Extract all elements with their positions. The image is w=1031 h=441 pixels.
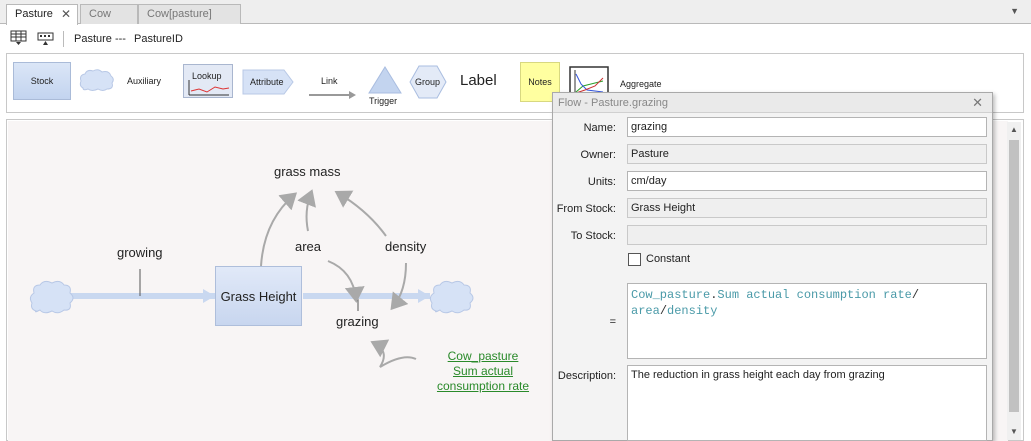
constant-checkbox[interactable]	[628, 253, 641, 266]
palette-aggregate-button[interactable]: Aggregate	[620, 79, 662, 89]
equation-ref-consumption: Sum actual consumption rate	[717, 288, 912, 302]
link-area-to-grassmass[interactable]	[297, 189, 316, 232]
from-stock-field: Grass Height	[627, 198, 987, 218]
palette-attribute-label: Attribute	[250, 77, 284, 87]
from-stock-label: From Stock:	[556, 203, 616, 215]
scroll-down-icon[interactable]: ▼	[1007, 425, 1021, 439]
close-tab-icon[interactable]: ✕	[61, 7, 71, 21]
source-cloud[interactable]	[29, 280, 74, 314]
model-toolbar: Pasture --- PastureID	[0, 25, 1031, 53]
tab-cow[interactable]: Cow	[80, 4, 138, 24]
scroll-thumb[interactable]	[1009, 140, 1019, 412]
toolbar-separator	[63, 31, 64, 47]
equation-ref-cow-pasture: Cow_pasture	[631, 288, 711, 302]
keyboard-input-icon[interactable]	[37, 30, 55, 46]
link-arrow-icon	[309, 91, 356, 99]
equation-divide-1: /	[911, 288, 920, 302]
grazing-flow-arrow	[418, 289, 430, 303]
sink-cloud[interactable]	[429, 280, 474, 314]
growing-flow-arrow	[203, 289, 215, 303]
grass-height-stock[interactable]: Grass Height	[215, 266, 302, 326]
name-label: Name:	[583, 122, 616, 134]
growing-flow-label[interactable]: growing	[117, 245, 163, 260]
to-stock-field	[627, 225, 987, 245]
owner-label: Owner:	[580, 149, 616, 161]
to-stock-label: To Stock:	[570, 230, 616, 242]
dialog-title-bar[interactable]: Flow - Pasture.grazing ✕	[553, 93, 992, 113]
tab-list-dropdown-icon[interactable]: ▼	[1010, 6, 1019, 16]
grazing-flow-label[interactable]: grazing	[336, 314, 379, 329]
link-density-to-grazing[interactable]	[390, 262, 409, 311]
tab-label: Cow[pasture]	[147, 8, 212, 20]
canvas-vertical-scrollbar[interactable]: ▲ ▼	[1007, 122, 1021, 440]
constant-label: Constant	[646, 253, 691, 265]
palette-auxiliary-button[interactable]: Auxiliary	[127, 76, 161, 86]
ghost-variable-consumption-rate[interactable]: Cow_pasture Sum actual consumption rate	[428, 349, 538, 394]
model-title: Pasture ---	[74, 33, 126, 45]
units-label: Units:	[587, 176, 616, 188]
palette-link-button[interactable]: Link	[307, 70, 357, 100]
model-id: PastureID	[134, 33, 183, 45]
lookup-graph-icon	[188, 80, 230, 96]
link-stock-to-grassmass[interactable]	[260, 192, 298, 267]
ghost-line-1: Cow_pasture	[447, 349, 519, 363]
stock-label: Grass Height	[220, 288, 297, 304]
area-variable[interactable]: area	[295, 239, 321, 254]
palette-group-label: Group	[415, 77, 441, 87]
palette-group-button[interactable]: Group	[409, 64, 447, 100]
palette-lookup-button[interactable]: Lookup	[183, 64, 233, 98]
equation-ref-area: area	[631, 304, 660, 318]
palette-cloud-icon[interactable]	[79, 68, 115, 92]
density-variable[interactable]: density	[385, 239, 426, 254]
trigger-triangle-icon	[368, 66, 402, 94]
palette-stock-button[interactable]: Stock	[13, 62, 71, 100]
equation-ref-density: density	[667, 304, 718, 318]
owner-field: Pasture	[627, 144, 987, 164]
equals-label: =	[609, 316, 616, 328]
tab-cow-pasture[interactable]: Cow[pasture]	[138, 4, 241, 24]
palette-link-label: Link	[321, 76, 338, 86]
palette-trigger-label: Trigger	[369, 96, 398, 106]
equation-divide-2: /	[659, 304, 668, 318]
palette-notes-label: Notes	[528, 77, 552, 87]
name-field[interactable]	[627, 117, 987, 137]
table-view-icon[interactable]	[10, 30, 28, 46]
units-field[interactable]	[627, 171, 987, 191]
tab-pasture[interactable]: Pasture ✕	[6, 4, 78, 25]
grass-mass-variable[interactable]: grass mass	[274, 164, 340, 179]
dialog-title: Flow - Pasture.grazing	[558, 97, 669, 109]
palette-label-button[interactable]: Label	[460, 72, 497, 89]
document-tabstrip: Pasture ✕ Cow Cow[pasture] ▼	[0, 0, 1031, 25]
palette-trigger-button[interactable]: Trigger	[367, 66, 403, 106]
tab-label: Pasture	[15, 8, 53, 20]
description-label: Description:	[557, 370, 616, 382]
palette-attribute-button[interactable]: Attribute	[242, 69, 294, 95]
close-icon[interactable]: ✕	[972, 95, 983, 111]
equation-editor[interactable]: Cow_pasture.Sum actual consumption rate/…	[627, 283, 987, 359]
ghost-line-2: Sum actual	[452, 364, 514, 378]
ghost-line-3: consumption rate	[436, 379, 530, 393]
scroll-up-icon[interactable]: ▲	[1007, 123, 1021, 137]
palette-stock-label: Stock	[30, 76, 54, 86]
link-density-to-grassmass[interactable]	[334, 190, 387, 237]
flow-properties-dialog: Flow - Pasture.grazing ✕ Name: Owner: Pa…	[552, 92, 993, 441]
tab-label: Cow	[89, 8, 112, 20]
description-field[interactable]: The reduction in grass height each day f…	[627, 365, 987, 441]
link-ghost-to-grazing[interactable]	[370, 339, 417, 368]
